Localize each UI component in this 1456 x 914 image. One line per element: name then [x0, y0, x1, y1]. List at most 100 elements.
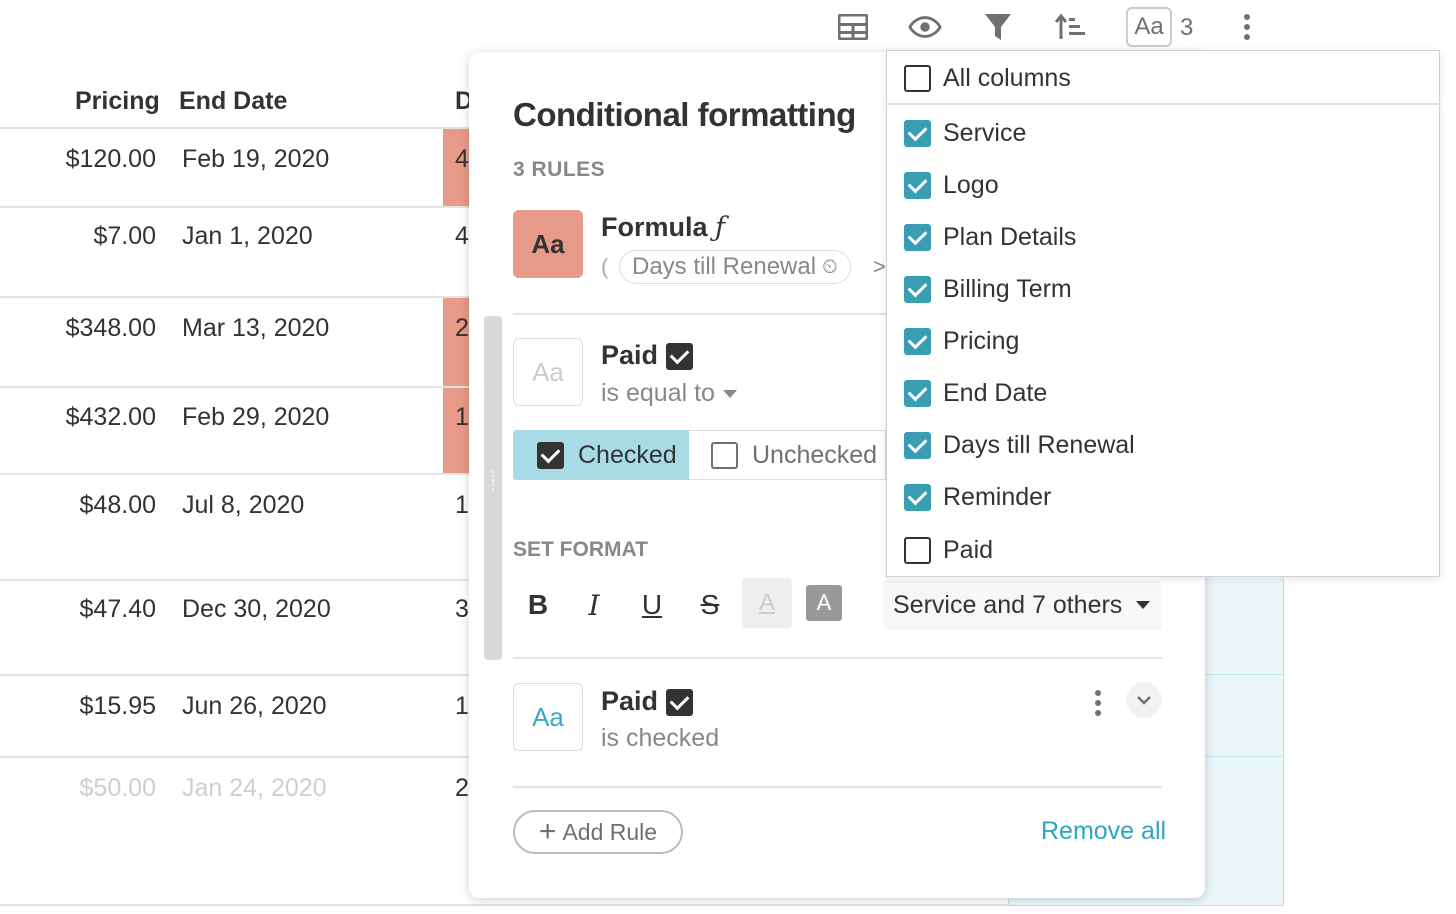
header-end-date[interactable]: End Date [179, 87, 287, 116]
cell-end-date[interactable]: Jan 1, 2020 [182, 222, 313, 251]
cell-end-date[interactable]: Jun 26, 2020 [182, 692, 327, 721]
column-option-reminder[interactable]: Reminder [887, 471, 1441, 523]
cell-days[interactable]: 1 [455, 403, 470, 432]
row-divider [0, 473, 470, 475]
cell-pricing[interactable]: $48.00 [80, 491, 156, 520]
row-divider [0, 674, 470, 676]
cell-end-date[interactable]: Dec 30, 2020 [182, 595, 331, 624]
sort-icon[interactable] [1054, 10, 1088, 44]
row-divider [0, 296, 470, 298]
checkbox-empty-icon [904, 64, 931, 92]
timer-icon: ⏲ [822, 255, 838, 278]
apply-to-dropdown[interactable]: Service and 7 others [883, 580, 1162, 630]
cell-pricing[interactable]: $50.00 [80, 774, 156, 803]
cell-pricing[interactable]: $432.00 [66, 403, 156, 432]
more-options-icon[interactable] [1240, 12, 1254, 42]
rule-options-icon[interactable] [1091, 688, 1105, 718]
option-label: Billing Term [943, 274, 1072, 303]
rules-count: 3 RULES [513, 158, 606, 181]
unchecked-option[interactable]: Unchecked [689, 430, 886, 480]
checked-option[interactable]: Checked [513, 430, 689, 480]
column-option-service[interactable]: Service [887, 107, 1441, 159]
rule-divider [513, 313, 886, 315]
formula-operator: > [873, 254, 886, 279]
fill-color-button[interactable]: A [806, 585, 842, 621]
cell-days[interactable]: 4 [455, 145, 470, 174]
cell-pricing[interactable]: $15.95 [80, 692, 156, 721]
option-label: Plan Details [943, 222, 1077, 251]
format-button[interactable]: Aa [1126, 7, 1172, 47]
checkbox-checked-icon [904, 379, 931, 407]
column-option-pricing[interactable]: Pricing [887, 315, 1441, 367]
add-rule-label: Add Rule [562, 818, 658, 845]
all-columns-option[interactable]: All columns [887, 53, 1441, 105]
row-divider [0, 386, 470, 388]
header-pricing[interactable]: Pricing [75, 87, 160, 116]
cell-days[interactable]: 2 [455, 314, 470, 343]
formula-field-chip[interactable]: Days till Renewal ⏲ [619, 250, 851, 284]
checkbox-checked-icon [904, 327, 931, 355]
text-color-button[interactable]: A [742, 578, 792, 628]
cell-end-date[interactable]: Mar 13, 2020 [182, 314, 329, 343]
rule-divider [513, 786, 1162, 788]
header-days[interactable]: D [455, 87, 470, 116]
option-label: Service [943, 118, 1027, 147]
cell-days[interactable]: 4 [455, 222, 470, 251]
column-option-plan-details[interactable]: Plan Details [887, 211, 1441, 263]
unchecked-label: Unchecked [752, 440, 878, 469]
column-option-days-till-renewal[interactable]: Days till Renewal [887, 419, 1441, 471]
rule-swatch[interactable]: Aa [513, 338, 583, 406]
cell-pricing[interactable]: $348.00 [66, 314, 156, 343]
rule-title: Formula ƒ [601, 212, 726, 243]
underline-button[interactable]: U [628, 582, 676, 628]
checkbox-checked-icon [904, 171, 931, 199]
add-rule-button[interactable]: + Add Rule [513, 810, 683, 854]
cell-end-date[interactable]: Feb 29, 2020 [182, 403, 329, 432]
condition-dropdown[interactable]: is equal to [601, 379, 737, 408]
cell-days[interactable]: 1 [455, 692, 470, 721]
row-divider [0, 904, 1008, 906]
row-divider [0, 206, 470, 208]
cell-days[interactable]: 2 [455, 774, 470, 803]
column-option-paid[interactable]: Paid [887, 524, 1441, 576]
checkbox-checked-icon [904, 483, 931, 511]
column-option-billing-term[interactable]: Billing Term [887, 263, 1441, 315]
italic-button[interactable]: I [570, 582, 618, 628]
formula-icon: ƒ [715, 212, 726, 243]
row-divider [0, 579, 470, 581]
rule-swatch[interactable]: Aa [513, 683, 583, 751]
plus-icon: + [538, 815, 557, 848]
cell-days[interactable]: 1 [455, 491, 470, 520]
chevron-down-icon[interactable] [1126, 682, 1162, 718]
cell-pricing[interactable]: $47.40 [80, 595, 156, 624]
cell-end-date[interactable]: Jan 24, 2020 [182, 774, 327, 803]
cell-end-date[interactable]: Jul 8, 2020 [182, 491, 304, 520]
cell-pricing[interactable]: $7.00 [93, 222, 156, 251]
panel-title: Conditional formatting [513, 96, 856, 133]
columns-dropdown: All columns Service Logo Plan Details Bi… [886, 50, 1441, 577]
eye-icon[interactable] [908, 10, 942, 44]
checkbox-empty-icon [904, 536, 931, 564]
checkbox-checked-icon [904, 431, 931, 459]
checkbox-checked-icon [904, 119, 931, 147]
cell-pricing[interactable]: $120.00 [66, 145, 156, 174]
cell-days[interactable]: 3 [455, 595, 470, 624]
filter-icon[interactable] [981, 10, 1015, 44]
column-option-end-date[interactable]: End Date [887, 367, 1441, 419]
drag-dots-icon: ⋮⋮ ⋮⋮ [486, 468, 514, 492]
cell-end-date[interactable]: Feb 19, 2020 [182, 145, 329, 174]
row-divider [0, 756, 470, 758]
column-option-logo[interactable]: Logo [887, 159, 1441, 211]
option-label: End Date [943, 378, 1048, 407]
table-icon[interactable] [836, 10, 870, 44]
checked-label: Checked [578, 440, 677, 469]
bold-button[interactable]: B [514, 582, 562, 628]
checkbox-icon [665, 343, 693, 371]
rule-swatch[interactable]: Aa [513, 210, 583, 278]
set-format-label: SET FORMAT [513, 538, 648, 561]
remove-all-link[interactable]: Remove all [1041, 817, 1166, 846]
strikethrough-button[interactable]: S [686, 582, 734, 628]
chevron-down-icon [1136, 601, 1151, 609]
formula-field-label: Days till Renewal [632, 253, 817, 280]
option-label: Paid [943, 535, 994, 564]
